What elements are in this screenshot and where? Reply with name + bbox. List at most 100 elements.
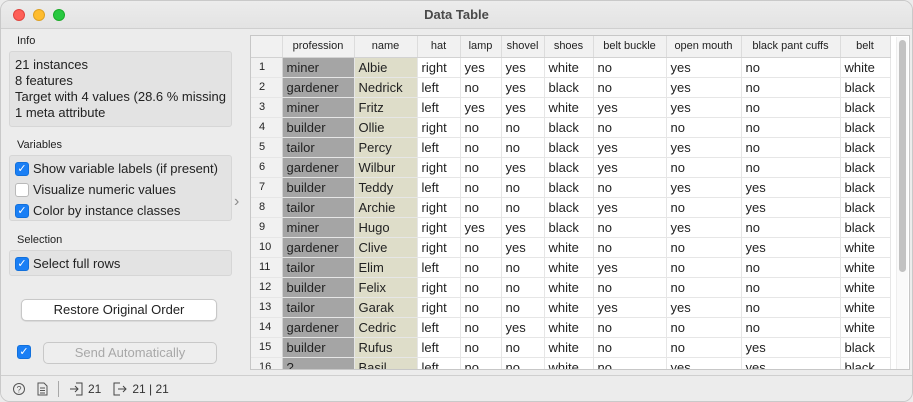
target-cell[interactable]: tailor — [282, 197, 355, 218]
table-cell[interactable]: white — [840, 57, 891, 78]
table-row[interactable]: 2 gardener Nedrick left no yes black no yes no bla… — [251, 77, 891, 98]
column-header[interactable]: name — [354, 36, 418, 58]
row-number[interactable]: 6 — [251, 157, 283, 178]
meta-cell[interactable]: Wilbur — [354, 157, 418, 178]
table-cell[interactable]: left — [417, 97, 461, 118]
target-cell[interactable]: builder — [282, 177, 355, 198]
table-cell[interactable]: black — [840, 97, 891, 118]
target-cell[interactable]: gardener — [282, 237, 355, 258]
checkbox-checked-icon[interactable]: ✓ — [15, 256, 29, 271]
table-cell[interactable]: right — [417, 217, 461, 238]
table-cell[interactable]: black — [544, 157, 594, 178]
table-cell[interactable]: no — [741, 137, 841, 158]
table-cell[interactable]: no — [460, 317, 502, 338]
table-cell[interactable]: no — [741, 277, 841, 298]
table-cell[interactable]: no — [593, 337, 667, 358]
table-cell[interactable]: no — [666, 197, 742, 218]
table-cell[interactable]: no — [501, 137, 545, 158]
table-cell[interactable]: left — [417, 177, 461, 198]
table-row[interactable]: 4 builder Ollie right no no black no no no black — [251, 117, 891, 138]
table-cell[interactable]: no — [741, 117, 841, 138]
meta-cell[interactable]: Basil — [354, 357, 418, 369]
column-header[interactable]: shovel — [501, 36, 545, 58]
table-cell[interactable]: yes — [593, 257, 667, 278]
meta-cell[interactable]: Clive — [354, 237, 418, 258]
target-cell[interactable]: gardener — [282, 77, 355, 98]
table-cell[interactable]: white — [544, 317, 594, 338]
table-cell[interactable]: no — [460, 337, 502, 358]
table-cell[interactable]: no — [741, 77, 841, 98]
corner-header[interactable] — [251, 36, 283, 58]
checkbox-checked-icon[interactable]: ✓ — [15, 161, 29, 176]
target-cell[interactable]: ? — [282, 357, 355, 369]
table-cell[interactable]: yes — [666, 357, 742, 369]
table-cell[interactable]: white — [840, 257, 891, 278]
table-row[interactable]: 16? Basil left no no white no yes yes black — [251, 357, 891, 369]
table-cell[interactable]: right — [417, 117, 461, 138]
meta-cell[interactable]: Nedrick — [354, 77, 418, 98]
column-header[interactable]: belt — [840, 36, 891, 58]
table-cell[interactable]: yes — [666, 217, 742, 238]
table-cell[interactable]: black — [840, 77, 891, 98]
meta-cell[interactable]: Rufus — [354, 337, 418, 358]
table-cell[interactable]: no — [741, 157, 841, 178]
table-cell[interactable]: white — [544, 357, 594, 369]
table-cell[interactable]: no — [460, 137, 502, 158]
table-cell[interactable]: no — [741, 257, 841, 278]
table-cell[interactable]: no — [666, 337, 742, 358]
table-cell[interactable]: yes — [501, 317, 545, 338]
table-cell[interactable]: no — [666, 257, 742, 278]
column-header[interactable]: profession — [282, 36, 355, 58]
table-cell[interactable]: yes — [460, 217, 502, 238]
table-row[interactable]: 15 builder Rufus left no no white no no yes black — [251, 337, 891, 358]
table-cell[interactable]: yes — [501, 97, 545, 118]
table-cell[interactable]: no — [666, 237, 742, 258]
table-cell[interactable]: yes — [741, 177, 841, 198]
row-number[interactable]: 1 — [251, 57, 283, 78]
table-cell[interactable]: yes — [593, 297, 667, 318]
table-cell[interactable]: black — [544, 217, 594, 238]
table-cell[interactable]: yes — [593, 157, 667, 178]
table-row[interactable]: 9 miner Hugo right yes yes black no yes no black — [251, 217, 891, 238]
table-cell[interactable]: no — [501, 297, 545, 318]
restore-original-order-button[interactable]: Restore Original Order — [21, 299, 217, 321]
column-header[interactable]: lamp — [460, 36, 502, 58]
table-cell[interactable]: no — [501, 177, 545, 198]
table-row[interactable]: 5 tailor Percy left no no black yes yes no black — [251, 137, 891, 158]
table-cell[interactable]: no — [460, 77, 502, 98]
table-cell[interactable]: black — [840, 177, 891, 198]
target-cell[interactable]: gardener — [282, 157, 355, 178]
table-cell[interactable]: no — [593, 217, 667, 238]
chevron-right-icon[interactable]: › — [234, 193, 239, 211]
help-icon[interactable]: ? — [13, 382, 25, 396]
table-cell[interactable]: yes — [501, 57, 545, 78]
table-cell[interactable]: black — [544, 77, 594, 98]
table-cell[interactable]: no — [593, 277, 667, 298]
table-row[interactable]: 7 builder Teddy left no no black no yes yes black — [251, 177, 891, 198]
table-cell[interactable]: white — [544, 257, 594, 278]
table-cell[interactable]: no — [501, 197, 545, 218]
row-number[interactable]: 2 — [251, 77, 283, 98]
row-number[interactable]: 14 — [251, 317, 283, 338]
table-row[interactable]: 1 miner Albie right yes yes white no yes no white — [251, 57, 891, 78]
send-automatically-button[interactable]: Send Automatically — [43, 342, 217, 364]
table-cell[interactable]: no — [666, 117, 742, 138]
row-number[interactable]: 15 — [251, 337, 283, 358]
table-cell[interactable]: black — [840, 217, 891, 238]
table-row[interactable]: 10 gardener Clive right no yes white no no yes whi… — [251, 237, 891, 258]
row-number[interactable]: 5 — [251, 137, 283, 158]
table-cell[interactable]: right — [417, 197, 461, 218]
table-cell[interactable]: no — [593, 177, 667, 198]
meta-cell[interactable]: Percy — [354, 137, 418, 158]
table-cell[interactable]: no — [741, 317, 841, 338]
table-cell[interactable]: black — [544, 197, 594, 218]
table-cell[interactable]: no — [741, 217, 841, 238]
table-cell[interactable]: no — [460, 297, 502, 318]
table-cell[interactable]: yes — [593, 197, 667, 218]
table-row[interactable]: 12 builder Felix right no no white no no no white — [251, 277, 891, 298]
table-cell[interactable]: yes — [741, 237, 841, 258]
table-cell[interactable]: right — [417, 277, 461, 298]
row-number[interactable]: 8 — [251, 197, 283, 218]
table-cell[interactable]: yes — [741, 337, 841, 358]
table-cell[interactable]: no — [460, 177, 502, 198]
